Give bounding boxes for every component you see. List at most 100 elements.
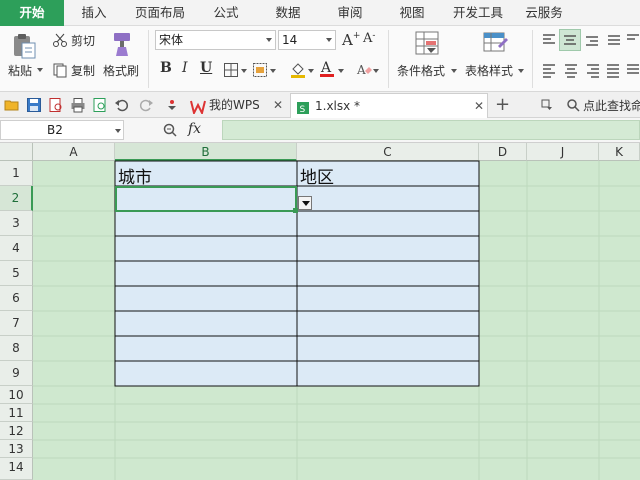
print-preview-icon[interactable] [48,97,64,116]
fx-button[interactable]: fx [188,121,201,137]
tab-home[interactable]: 开始 [0,0,64,26]
decrease-font-icon[interactable]: A- [363,31,375,46]
zoom-icon[interactable] [162,122,178,141]
chevron-down-icon[interactable] [518,69,524,73]
preview-icon[interactable] [92,97,108,116]
row-header-7[interactable]: 7 [0,311,33,336]
ribbon-divider [532,30,533,88]
copy-button[interactable]: 复制 [71,62,95,79]
tab-review[interactable]: 审阅 [324,0,376,26]
cell-b1[interactable]: 城市 [118,163,152,188]
row-header-2[interactable]: 2 [0,186,33,211]
font-name-select[interactable]: 宋体 [155,30,276,50]
column-header-d[interactable]: D [479,143,527,161]
column-header-j[interactable]: J [527,143,599,161]
dropdown-list-button[interactable] [298,196,312,210]
select-all-corner[interactable] [0,143,33,161]
row-header-1[interactable]: 1 [0,161,33,186]
copy-icon[interactable] [52,62,68,81]
orientation-icon[interactable] [625,32,639,51]
command-search-input[interactable]: 点此查找命 [583,97,640,114]
row-header-9[interactable]: 9 [0,361,33,386]
table-style-icon[interactable] [482,30,508,59]
cut-button[interactable]: 剪切 [71,32,95,49]
tab-developer[interactable]: 开发工具 [446,0,510,26]
scissors-icon[interactable] [52,32,68,51]
row-header-11[interactable]: 11 [0,404,33,422]
borders-icon[interactable] [223,62,239,81]
format-painter-icon[interactable] [108,30,136,61]
chevron-down-icon[interactable] [270,69,276,73]
increase-font-icon[interactable]: A+ [342,31,360,49]
print-icon[interactable] [70,97,86,116]
undo-icon[interactable] [114,97,130,116]
distributed-icon[interactable] [625,62,639,81]
column-header-a[interactable]: A [33,143,115,161]
open-folder-icon[interactable] [4,97,20,116]
new-tab-icon[interactable]: + [495,94,510,115]
name-box[interactable]: B2 [0,120,124,140]
conditional-format-button[interactable]: 条件格式 [397,62,445,79]
clear-format-icon[interactable]: A [355,61,373,82]
chevron-down-icon[interactable] [241,69,247,73]
row-header-3[interactable]: 3 [0,211,33,236]
tab-file[interactable]: S 1.xlsx * ✕ [290,93,488,118]
row-header-13[interactable]: 13 [0,440,33,458]
format-painter-button[interactable]: 格式刷 [103,62,139,79]
italic-button[interactable]: I [182,60,188,76]
row-header-12[interactable]: 12 [0,422,33,440]
svg-text:A: A [356,63,366,77]
close-icon[interactable]: ✕ [273,93,283,117]
cell-c1[interactable]: 地区 [300,163,334,188]
tab-formulas[interactable]: 公式 [200,0,252,26]
customize-icon[interactable] [165,98,179,115]
close-icon[interactable]: ✕ [474,94,484,118]
row-header-10[interactable]: 10 [0,386,33,404]
row-header-4[interactable]: 4 [0,236,33,261]
paste-icon[interactable] [10,32,38,60]
tab-data[interactable]: 数据 [262,0,314,26]
tab-menu-icon[interactable] [540,98,554,115]
chevron-down-icon[interactable] [373,69,379,73]
chevron-down-icon[interactable] [338,69,344,73]
paste-button[interactable]: 粘贴 [8,62,32,79]
tab-my-wps-label: 我的WPS [209,98,260,112]
align-top-icon[interactable] [541,32,557,51]
tab-cloud[interactable]: 云服务 [518,0,570,26]
row-header-5[interactable]: 5 [0,261,33,286]
spreadsheet-grid: A B C D J K 1 2 3 4 5 6 7 8 9 10 11 12 1… [0,143,640,480]
column-header-k[interactable]: K [599,143,640,161]
tab-insert[interactable]: 插入 [68,0,120,26]
align-wrap-icon[interactable] [606,32,622,51]
search-icon[interactable] [566,98,580,115]
column-header-c[interactable]: C [297,143,479,161]
underline-button[interactable]: U [200,60,212,76]
tab-view[interactable]: 视图 [386,0,438,26]
align-right-icon[interactable] [585,62,601,81]
redo-icon[interactable] [138,97,154,116]
row-header-8[interactable]: 8 [0,336,33,361]
selected-cell-b2[interactable] [115,186,297,212]
table-style-button[interactable]: 表格样式 [465,62,513,79]
font-size-select[interactable]: 14 [278,30,336,50]
save-icon[interactable] [26,97,42,116]
align-middle-icon[interactable] [559,29,581,51]
chevron-down-icon[interactable] [451,69,457,73]
fill-color-icon[interactable] [289,61,307,82]
merge-cells-icon[interactable] [252,62,268,81]
tab-page-layout[interactable]: 页面布局 [126,0,194,26]
bold-button[interactable]: B [160,60,172,76]
chevron-down-icon[interactable] [37,68,43,72]
formula-input[interactable] [222,120,640,140]
align-bottom-icon[interactable] [584,32,600,51]
align-center-icon[interactable] [563,62,579,81]
tab-my-wps[interactable]: 我的WPS ✕ [186,93,288,118]
font-color-icon[interactable]: A [318,59,336,82]
column-header-b[interactable]: B [115,143,297,161]
row-header-6[interactable]: 6 [0,286,33,311]
align-left-icon[interactable] [541,62,557,81]
justify-icon[interactable] [605,62,621,81]
conditional-format-icon[interactable] [414,30,440,59]
chevron-down-icon[interactable] [308,69,314,73]
row-header-14[interactable]: 14 [0,458,33,480]
